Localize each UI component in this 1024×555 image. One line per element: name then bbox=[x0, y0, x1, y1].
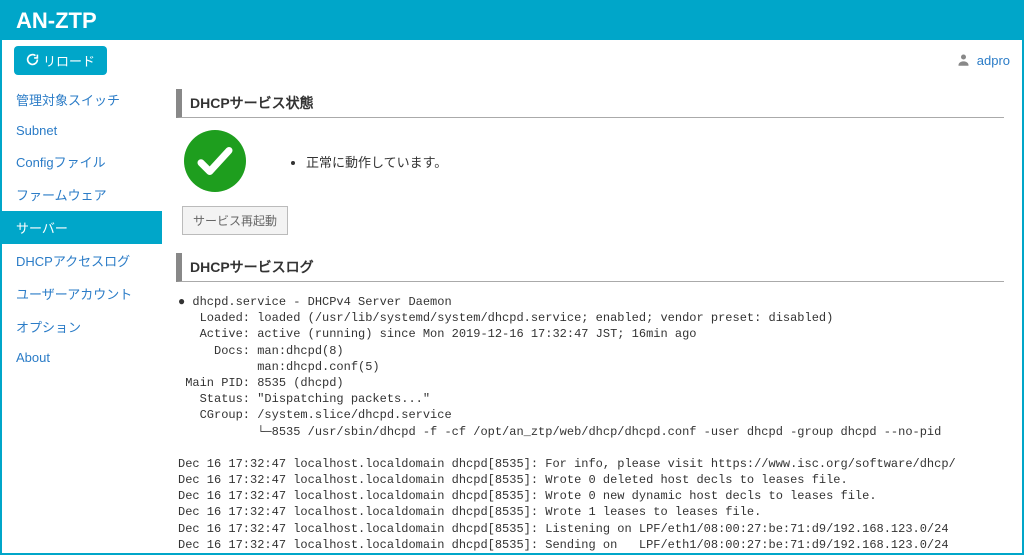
sidebar: 管理対象スイッチSubnetConfigファイルファームウェアサーバーDHCPア… bbox=[2, 81, 162, 555]
reload-button[interactable]: リロード bbox=[14, 46, 107, 75]
sidebar-item-3[interactable]: ファームウェア bbox=[2, 178, 162, 211]
service-restart-button[interactable]: サービス再起動 bbox=[182, 206, 288, 235]
reload-icon bbox=[26, 53, 39, 69]
sidebar-item-7[interactable]: オプション bbox=[2, 310, 162, 343]
log-heading: DHCPサービスログ bbox=[176, 253, 1004, 282]
status-ok-icon bbox=[184, 130, 246, 192]
service-log: ● dhcpd.service - DHCPv4 Server Daemon L… bbox=[178, 294, 1004, 555]
main-content[interactable]: DHCPサービス状態 正常に動作しています。 サービス再起動 DHCPサービスロ… bbox=[162, 81, 1022, 555]
sidebar-item-6[interactable]: ユーザーアカウント bbox=[2, 277, 162, 310]
app-title: AN-ZTP bbox=[2, 2, 1022, 40]
sidebar-item-1[interactable]: Subnet bbox=[2, 116, 162, 145]
user-menu[interactable]: adpro bbox=[956, 52, 1010, 70]
status-heading: DHCPサービス状態 bbox=[176, 89, 1004, 118]
sidebar-item-5[interactable]: DHCPアクセスログ bbox=[2, 244, 162, 277]
sidebar-item-4[interactable]: サーバー bbox=[2, 211, 162, 244]
sidebar-item-8[interactable]: About bbox=[2, 343, 162, 372]
sidebar-item-2[interactable]: Configファイル bbox=[2, 145, 162, 178]
reload-label: リロード bbox=[43, 51, 95, 70]
user-icon bbox=[956, 52, 971, 70]
user-name: adpro bbox=[977, 53, 1010, 68]
sidebar-item-0[interactable]: 管理対象スイッチ bbox=[2, 83, 162, 116]
status-message: 正常に動作しています。 bbox=[306, 152, 447, 171]
